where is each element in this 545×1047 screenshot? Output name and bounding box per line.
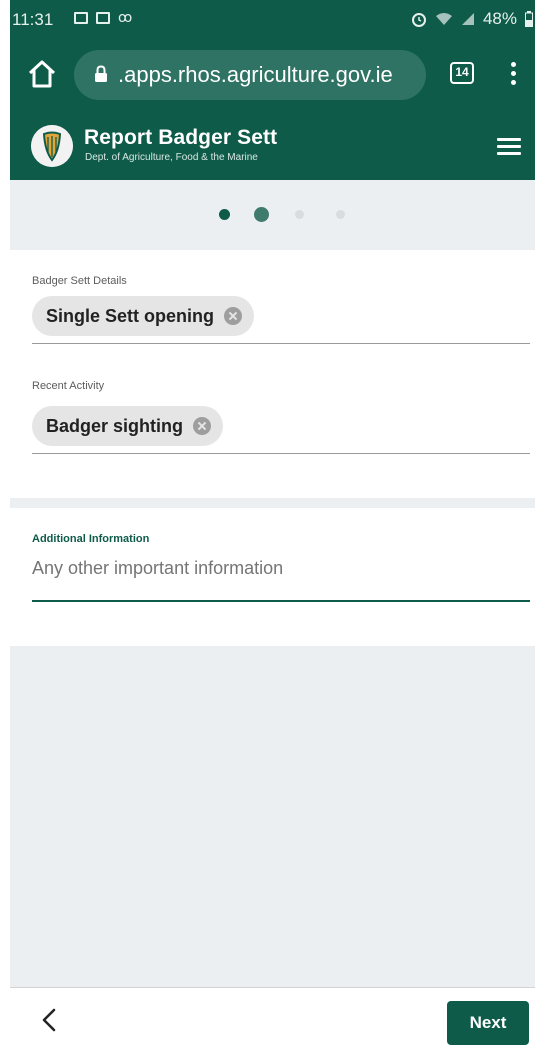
remove-chip-icon[interactable] (224, 307, 243, 325)
additional-info-section: Additional Information (10, 508, 535, 646)
recent-activity-chip-label: Badger sighting (46, 416, 184, 436)
browser-menu-icon[interactable] (508, 62, 518, 88)
sett-details-chip-label: Single Sett opening (46, 306, 215, 326)
home-icon[interactable] (24, 56, 60, 92)
photo-icon (96, 11, 110, 24)
sett-details-label: Badger Sett Details (32, 275, 127, 287)
input-underline (32, 600, 530, 602)
hamburger-menu-icon[interactable] (497, 138, 521, 156)
status-time: 11:31 (12, 10, 54, 29)
phone-screen: 11:31 ꝏ 48% .apps.rhos.agriculture.gov.i… (10, 0, 535, 1047)
field-divider (32, 343, 530, 344)
battery-percent: 48% (482, 9, 517, 28)
app-subtitle: Dept. of Agriculture, Food & the Marine (85, 152, 258, 163)
system-icons: 48% (411, 9, 533, 29)
voicemail-icon: ꝏ (118, 9, 133, 25)
alarm-icon (411, 13, 426, 27)
wifi-icon (435, 13, 452, 25)
browser-toolbar: .apps.rhos.agriculture.gov.ie 14 (10, 40, 535, 110)
next-button[interactable]: Next (447, 1001, 529, 1045)
sett-details-chip[interactable]: Single Sett opening (32, 296, 255, 336)
additional-info-label: Additional Information (32, 533, 150, 545)
notification-icons: ꝏ (74, 9, 132, 26)
additional-info-input[interactable] (32, 548, 530, 588)
harp-logo-icon (31, 125, 73, 167)
step-dot-3 (295, 210, 304, 219)
remove-chip-icon[interactable] (193, 417, 212, 435)
bottom-nav: Next (10, 987, 535, 1047)
sett-details-section: Badger Sett Details Single Sett opening … (10, 250, 535, 498)
recent-activity-chip[interactable]: Badger sighting (32, 406, 224, 446)
tab-switcher-button[interactable]: 14 (450, 62, 474, 84)
step-dot-4 (336, 210, 345, 219)
app-title: Report Badger Sett (84, 126, 278, 149)
battery-icon (525, 11, 533, 27)
back-chevron-icon[interactable] (36, 1006, 62, 1034)
field-divider (32, 453, 530, 454)
step-dot-2-current (254, 207, 269, 222)
app-header: Report Badger Sett Dept. of Agriculture,… (10, 110, 535, 180)
url-text: .apps.rhos.agriculture.gov.ie (118, 62, 393, 87)
step-progress (10, 180, 535, 250)
signal-icon (461, 13, 474, 25)
status-bar: 11:31 ꝏ 48% (10, 0, 535, 40)
recent-activity-label: Recent Activity (32, 380, 105, 392)
lock-icon (95, 65, 107, 82)
gallery-icon (74, 11, 88, 24)
address-bar[interactable]: .apps.rhos.agriculture.gov.ie (74, 50, 426, 100)
step-dot-1 (219, 209, 230, 220)
